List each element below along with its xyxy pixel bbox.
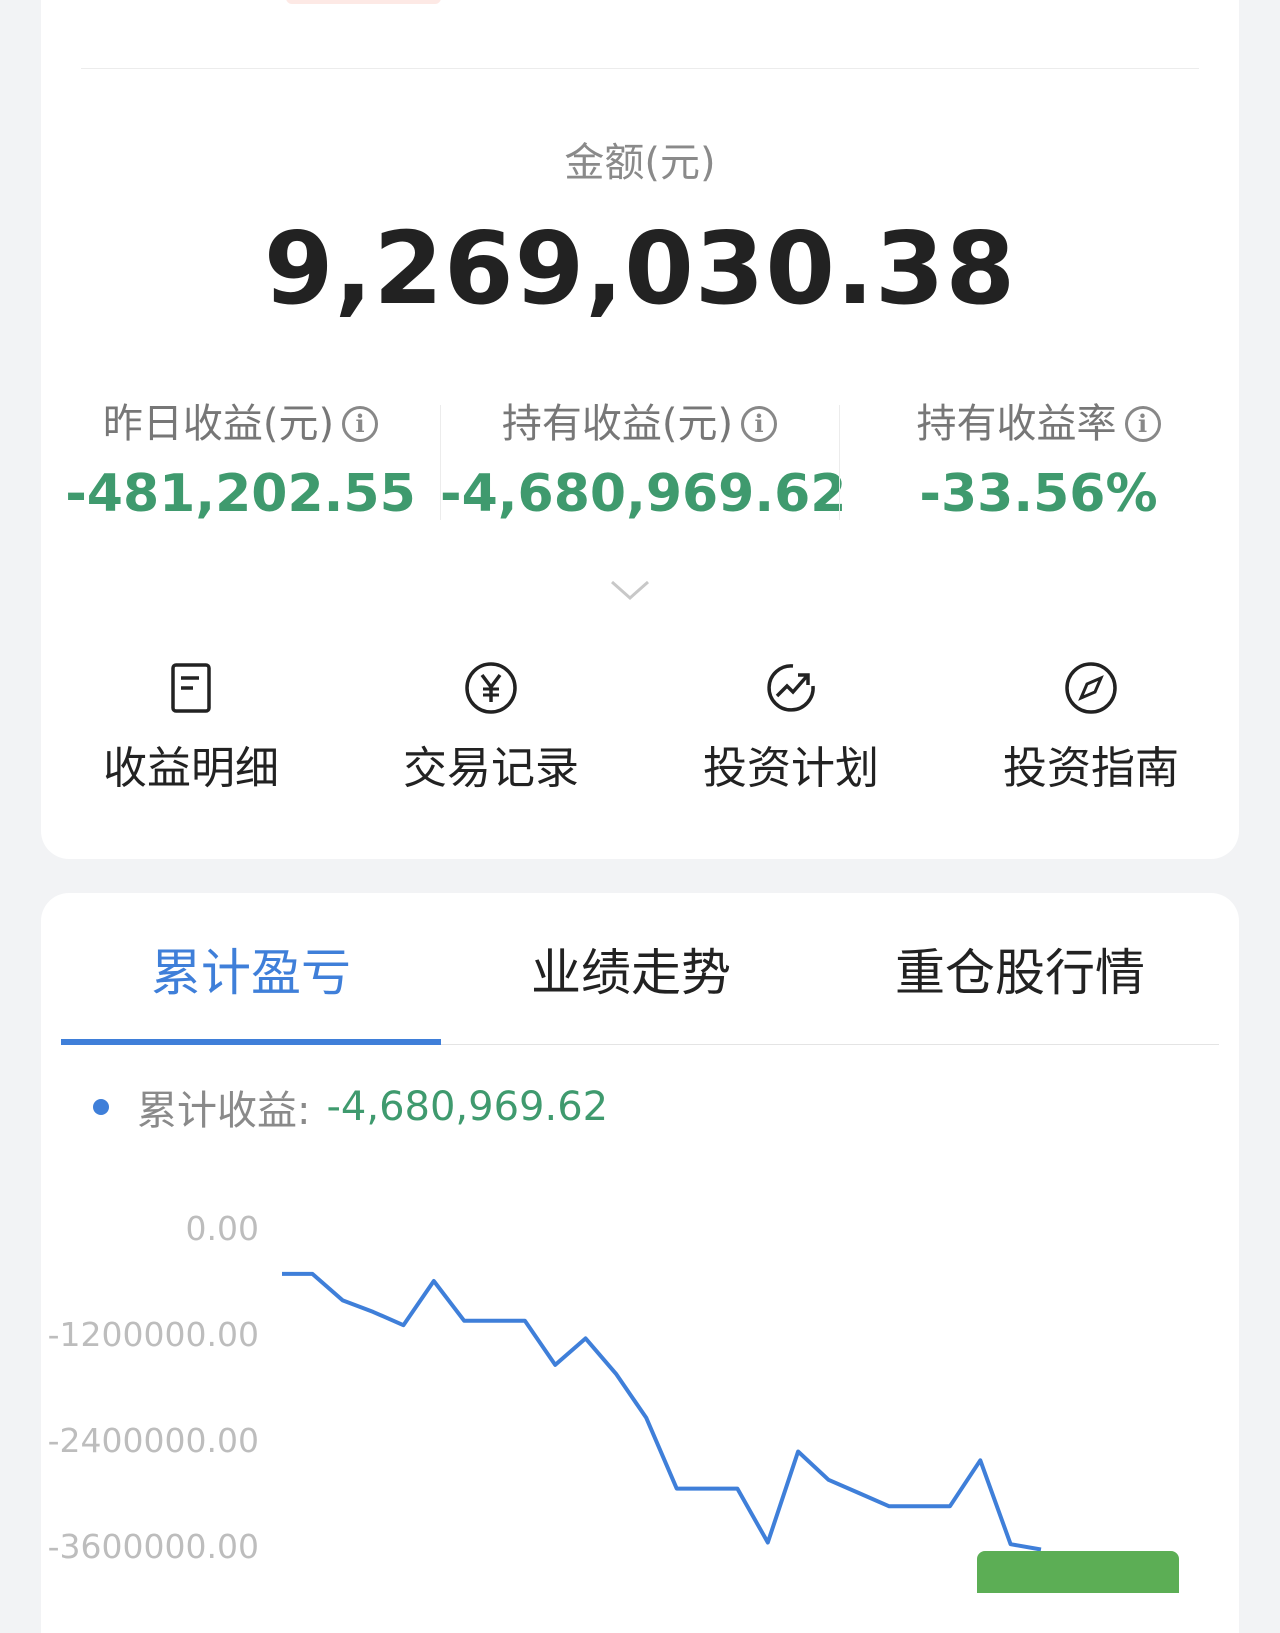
tab-bar: 累计盈亏 业绩走势 重仓股行情 [61,923,1219,1048]
action-income-detail[interactable]: 收益明细 [41,660,341,796]
info-icon[interactable]: i [1124,406,1161,442]
latest-value-tag [977,1551,1179,1593]
compass-icon [1065,662,1117,714]
stat-yesterday-profit: 昨日收益(元) i -481,202.55 [41,395,440,530]
series-line [282,1271,1042,1552]
stat-value: -4,680,969.62 [440,464,847,524]
action-trade-records[interactable]: 交易记录 [341,660,641,796]
legend-value: -4,680,969.62 [326,1084,609,1130]
chart-legend: 累计收益: -4,680,969.62 [93,1078,608,1136]
tab-performance-trend[interactable]: 业绩走势 [441,923,821,1048]
tag-badge [286,0,441,4]
trend-up-icon [767,664,815,712]
yuan-circle-icon [465,662,517,714]
info-icon[interactable]: i [342,406,379,442]
stats-row: 昨日收益(元) i -481,202.55 持有收益(元) i -4,680,9… [41,395,1239,530]
account-summary-card: 金额(元) 9,269,030.38 昨日收益(元) i -481,202.55… [41,0,1239,859]
action-label: 收益明细 [103,743,279,794]
stat-holding-profit: 持有收益(元) i -4,680,969.62 [440,395,847,530]
stat-value: -33.56% [919,464,1158,524]
chevron-down-icon[interactable] [610,580,650,602]
quick-actions: 收益明细 交易记录 投资计划 投资指南 [41,660,1239,800]
action-investment-plan[interactable]: 投资计划 [641,660,941,796]
stat-holding-rate: 持有收益率 i -33.56% [839,395,1238,530]
stat-value: -481,202.55 [65,464,416,524]
action-investment-guide[interactable]: 投资指南 [941,660,1241,796]
amount-value: 9,269,030.38 [263,210,1017,327]
tab-top-holdings[interactable]: 重仓股行情 [821,923,1219,1048]
legend-dot [93,1099,109,1115]
stat-label: 持有收益(元) [501,401,734,447]
stat-label: 昨日收益(元) [102,401,335,447]
amount-label: 金额(元) [564,140,716,186]
y-tick-label: -1200000.00 [48,1315,259,1354]
y-tick-label: -3600000.00 [48,1527,259,1566]
cumulative-profit-chart[interactable]: 0.00 -1200000.00 -2400000.00 -3600000.00 [41,1193,1239,1593]
action-label: 交易记录 [403,743,579,794]
info-icon[interactable]: i [741,406,778,442]
legend-label: 累计收益: [137,1088,311,1134]
stat-label: 持有收益率 [916,401,1117,447]
y-tick-label: -2400000.00 [48,1421,259,1460]
action-label: 投资指南 [1003,743,1179,794]
tab-cumulative-pnl[interactable]: 累计盈亏 [61,923,441,1048]
y-tick-label: 0.00 [186,1209,259,1248]
chart-card: 累计盈亏 业绩走势 重仓股行情 累计收益: -4,680,969.62 0.00… [41,893,1239,1633]
document-icon [171,663,211,713]
action-label: 投资计划 [703,743,879,794]
tab-active-indicator [61,1039,441,1045]
divider [81,68,1199,69]
